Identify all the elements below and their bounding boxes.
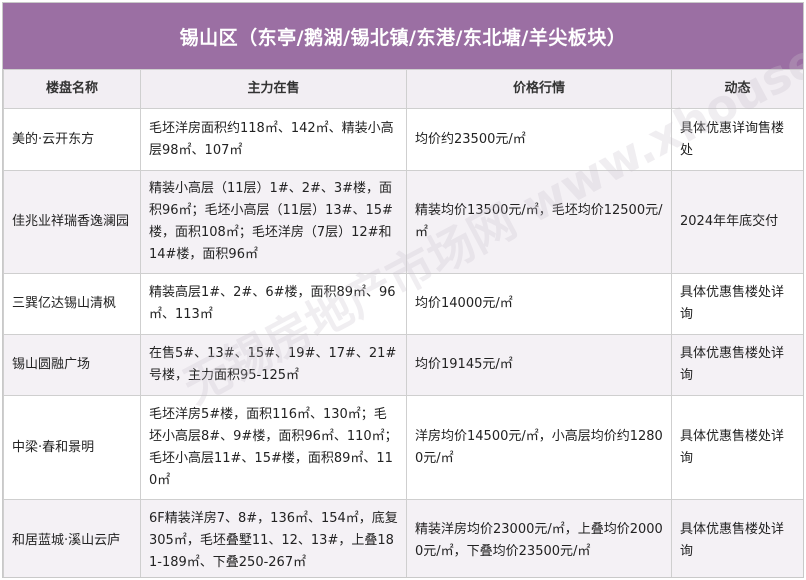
table-row: 中梁·春和景明 毛坯洋房5#楼，面积116㎡、130㎡；毛坯小高层8#、9#楼，… <box>3 395 803 500</box>
table-title: 锡山区（东亭/鹅湖/锡北镇/东港/东北塘/羊尖板块） <box>3 3 803 69</box>
cell-price: 均价14000元/㎡ <box>406 273 672 335</box>
column-header-name: 楼盘名称 <box>3 69 141 109</box>
cell-status: 具体优惠售楼处详询 <box>671 273 803 335</box>
cell-sale: 在售5#、13#、15#、19#、17#、21#号楼，主力面积95-125㎡ <box>140 334 407 396</box>
cell-sale: 精装小高层（11层）1#、2#、3#楼，面积96㎡；毛坯小高层（11层）13#、… <box>140 170 407 274</box>
cell-name: 和居蓝城·溪山云庐 <box>3 499 141 577</box>
cell-name: 三巽亿达锡山清枫 <box>3 273 141 335</box>
cell-sale: 毛坯洋房5#楼，面积116㎡、130㎡；毛坯小高层8#、9#楼，面积96㎡、11… <box>140 395 407 500</box>
cell-status: 具体优惠售楼处详询 <box>671 499 803 577</box>
price-table-sheet: 锡山区（东亭/鹅湖/锡北镇/东港/东北塘/羊尖板块） 楼盘名称 主力在售 价格行… <box>2 2 804 578</box>
cell-status: 2024年年底交付 <box>671 170 803 274</box>
table-row: 佳兆业祥瑞香逸澜园 精装小高层（11层）1#、2#、3#楼，面积96㎡；毛坯小高… <box>3 170 803 274</box>
cell-price: 均价约23500元/㎡ <box>406 108 672 171</box>
column-header-status: 动态 <box>671 69 803 109</box>
cell-name: 锡山圆融广场 <box>3 334 141 396</box>
table-row: 三巽亿达锡山清枫 精装高层1#、2#、6#楼，面积89㎡、96㎡、113㎡ 均价… <box>3 273 803 335</box>
listings-table: 楼盘名称 主力在售 价格行情 动态 美的·云开东方 毛坯洋房面积约118㎡、14… <box>3 69 803 577</box>
cell-name: 美的·云开东方 <box>3 108 141 171</box>
cell-status: 具体优惠售楼处详询 <box>671 395 803 500</box>
cell-price: 洋房均价14500元/㎡，小高层均价约12800元/㎡ <box>406 395 672 500</box>
cell-price: 均价19145元/㎡ <box>406 334 672 396</box>
cell-sale: 精装高层1#、2#、6#楼，面积89㎡、96㎡、113㎡ <box>140 273 407 335</box>
cell-sale: 毛坯洋房面积约118㎡、142㎡、精装小高层98㎡、107㎡ <box>140 108 407 171</box>
table-row: 和居蓝城·溪山云庐 6F精装洋房7、8#，136㎡、154㎡，底复305㎡，毛坯… <box>3 499 803 577</box>
table-row: 锡山圆融广场 在售5#、13#、15#、19#、17#、21#号楼，主力面积95… <box>3 334 803 396</box>
cell-name: 佳兆业祥瑞香逸澜园 <box>3 170 141 274</box>
cell-sale: 6F精装洋房7、8#，136㎡、154㎡，底复305㎡，毛坯叠墅11、12、13… <box>140 499 407 577</box>
column-header-sale: 主力在售 <box>140 69 407 109</box>
cell-status: 具体优惠详询售楼处 <box>671 108 803 171</box>
column-header-price: 价格行情 <box>406 69 672 109</box>
table-row: 美的·云开东方 毛坯洋房面积约118㎡、142㎡、精装小高层98㎡、107㎡ 均… <box>3 108 803 171</box>
cell-price: 精装均价13500元/㎡，毛坯均价12500元/㎡ <box>406 170 672 274</box>
table-header-row: 楼盘名称 主力在售 价格行情 动态 <box>3 69 803 109</box>
cell-price: 精装洋房均价23000元/㎡，上叠均价20000元/㎡，下叠均价23500元/㎡ <box>406 499 672 577</box>
cell-status: 具体优惠售楼处详询 <box>671 334 803 396</box>
cell-name: 中梁·春和景明 <box>3 395 141 500</box>
